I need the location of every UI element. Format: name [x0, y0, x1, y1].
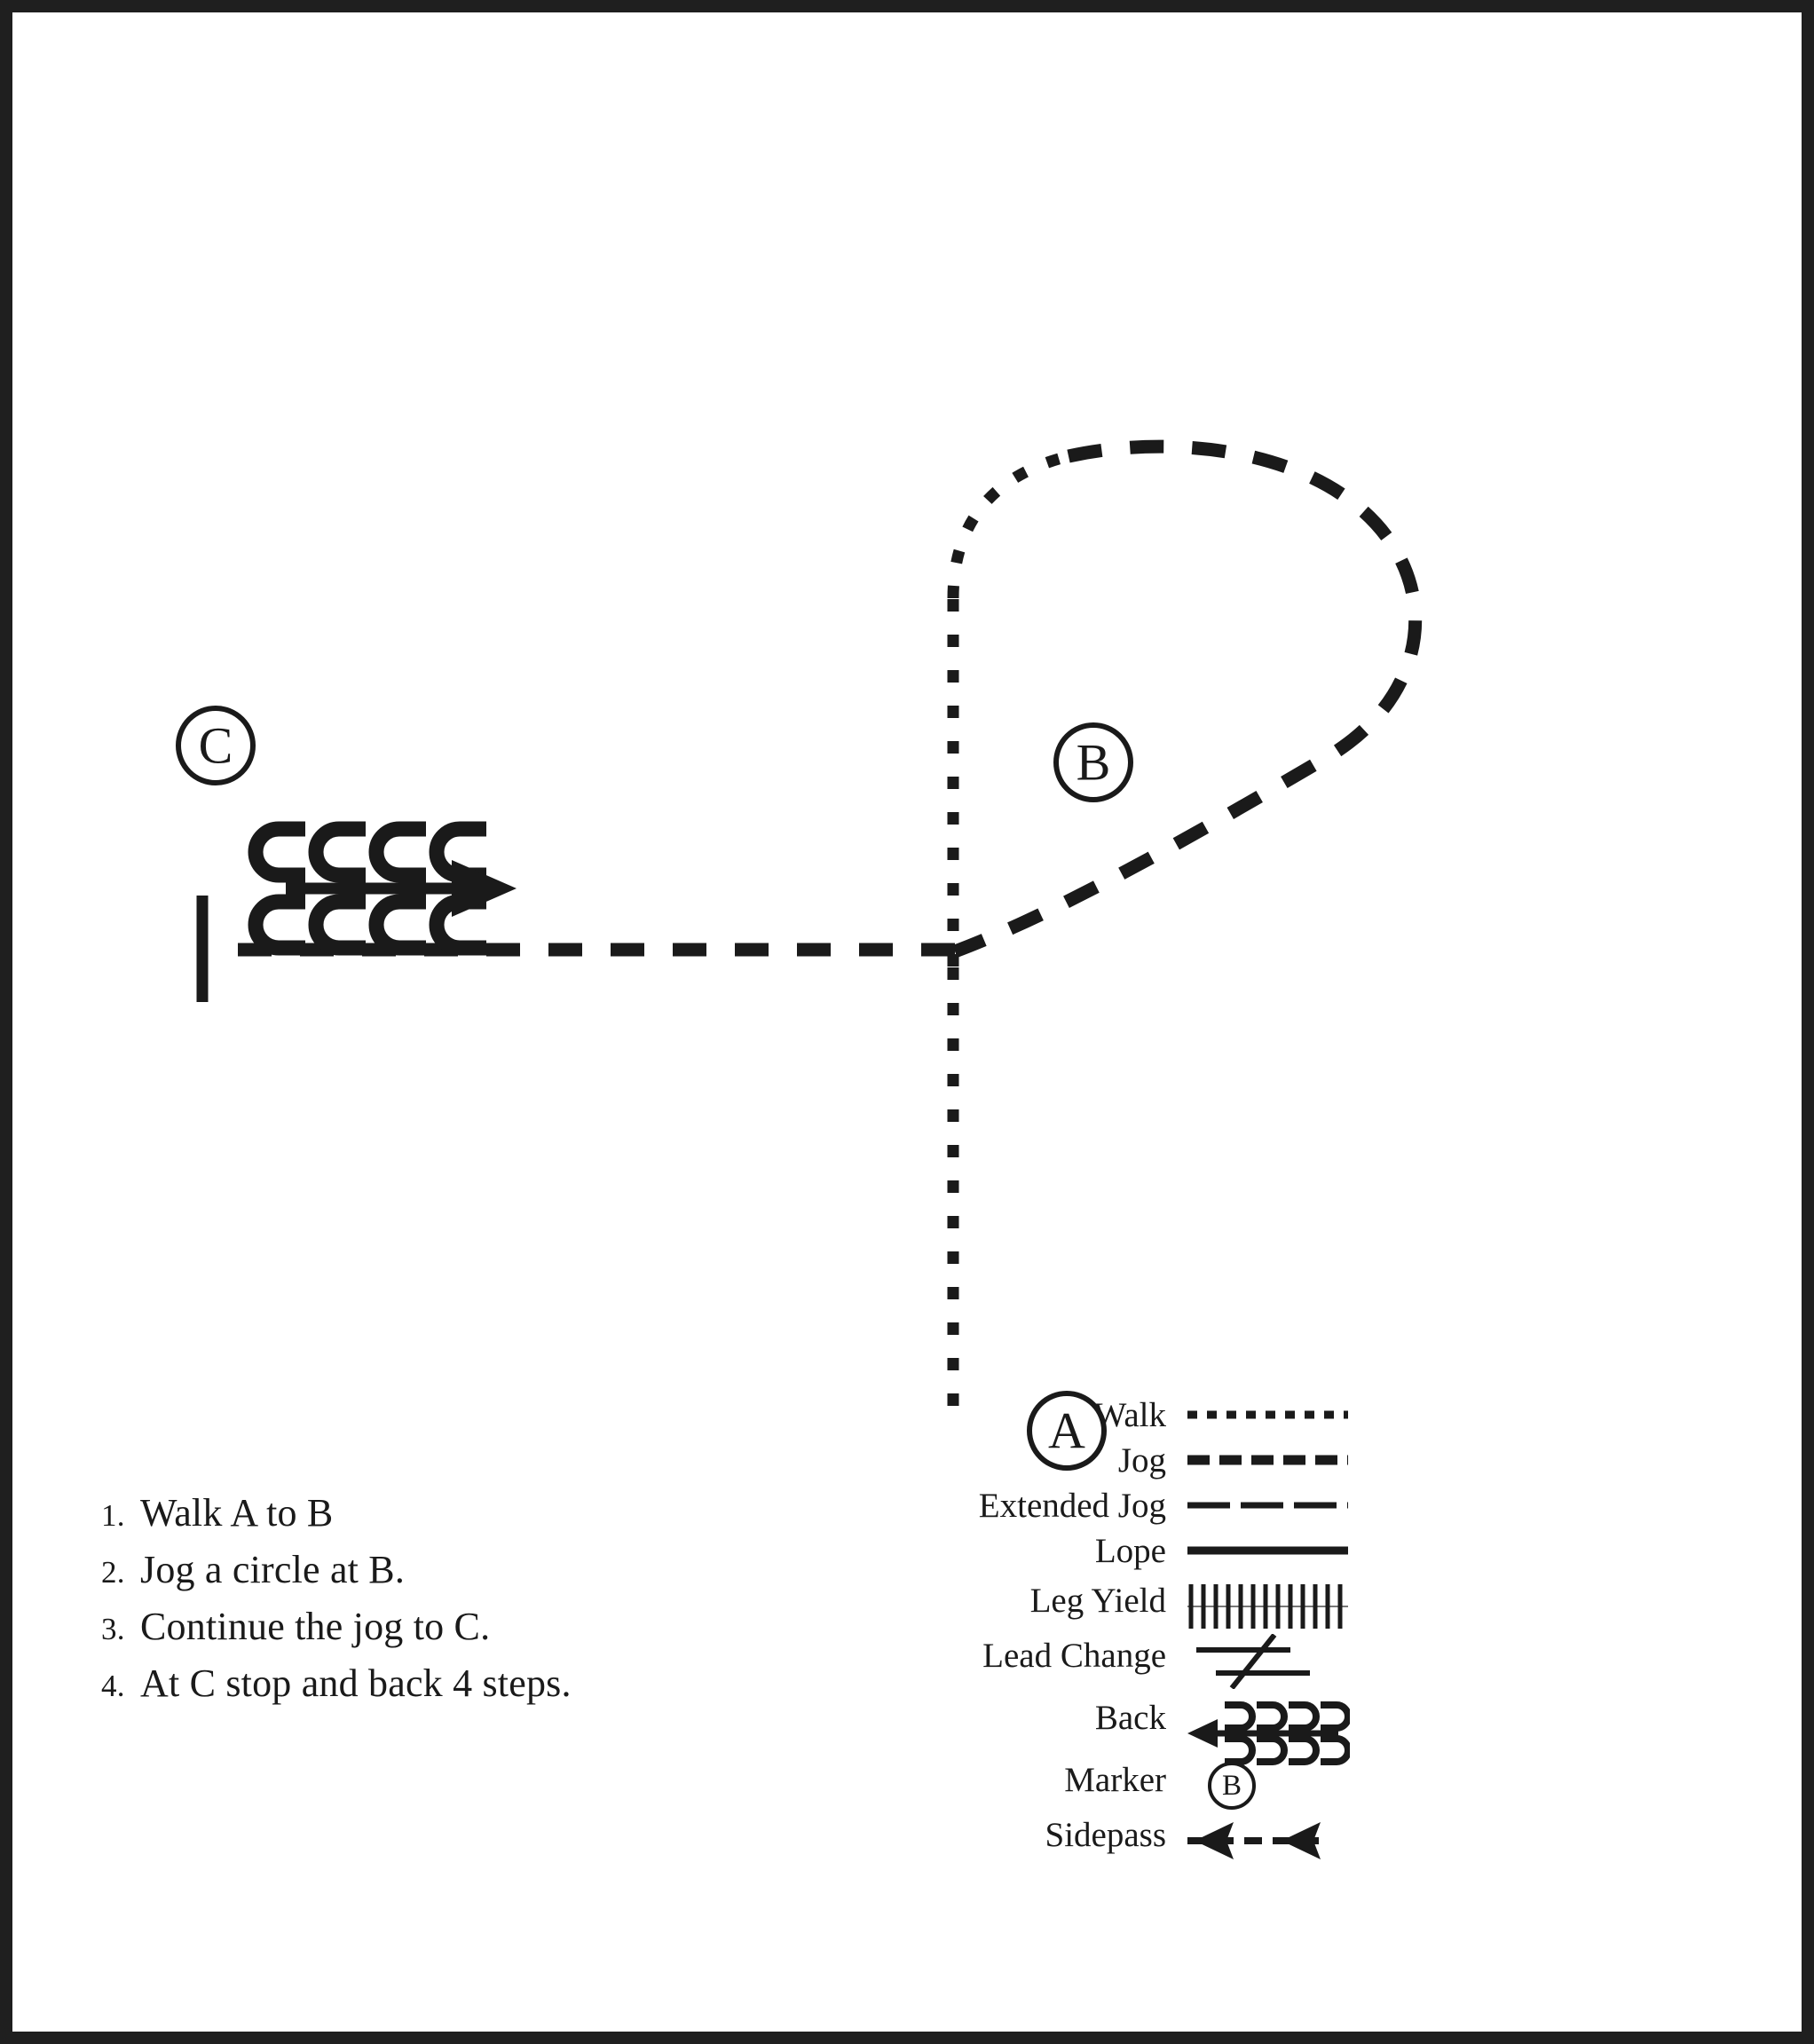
instruction-number: 4. — [101, 1669, 125, 1703]
legend-label-jog: Jog — [1117, 1440, 1166, 1480]
leg-yield-tick-line-icon — [1186, 1579, 1350, 1629]
marker-c-label: C — [199, 717, 233, 775]
marker-b-label: B — [1077, 734, 1111, 792]
legend-row-extended-jog: Extended Jog — [900, 1483, 1752, 1528]
legend-row-lope: Lope — [900, 1528, 1752, 1574]
legend-label-sidepass: Sidepass — [1045, 1816, 1167, 1854]
instructions-list: 1. Walk A to B 2. Jog a circle at B. 3. Con… — [101, 1486, 776, 1713]
legend-label-extended-jog: Extended Jog — [978, 1486, 1166, 1525]
legend-label-lead-change: Lead Change — [982, 1637, 1166, 1675]
diagram-sheet: C B A 1. Walk A to B 2. Jog a circle at B.… — [12, 12, 1802, 2032]
instruction-number: 1. — [101, 1498, 125, 1533]
instruction-item: 2. Jog a circle at B. — [101, 1543, 776, 1599]
walk-dotted-line-icon — [1186, 1393, 1350, 1438]
instruction-text: Jog a circle at B. — [140, 1548, 406, 1591]
marker-legend-letter: B — [1222, 1770, 1242, 1802]
instruction-text: Continue the jog to C. — [140, 1605, 491, 1648]
lead-change-slash-icon — [1186, 1633, 1350, 1689]
legend-row-jog: Jog — [900, 1438, 1752, 1483]
walk-path-a-to-b — [947, 450, 1070, 1406]
jog-dashed-line-icon — [1186, 1438, 1350, 1483]
legend-row-back: Back — [900, 1684, 1752, 1765]
legend-row-lead-change: Lead Change — [900, 1629, 1752, 1689]
instruction-text: At C stop and back 4 steps. — [140, 1661, 572, 1705]
legend-row-marker: Marker B — [900, 1753, 1752, 1810]
instruction-item: 1. Walk A to B — [101, 1486, 776, 1543]
legend-row-leg-yield: Leg Yield — [900, 1574, 1752, 1629]
legend-label-lope: Lope — [1094, 1531, 1166, 1570]
marker-c-group: C — [176, 706, 256, 785]
legend-label-walk: Walk — [1093, 1395, 1166, 1434]
instruction-number: 3. — [101, 1612, 125, 1646]
marker-b-group: B — [1053, 722, 1133, 802]
jog-circle-at-b — [952, 439, 1423, 959]
instruction-number: 2. — [101, 1555, 125, 1590]
instruction-item: 3. Continue the jog to C. — [101, 1599, 776, 1656]
back-arrow-double-c-icon — [1186, 1696, 1350, 1765]
instruction-item: 4. At C stop and back 4 steps. — [101, 1656, 776, 1713]
extended-jog-line-icon — [1186, 1483, 1350, 1528]
legend-label-marker: Marker — [1064, 1761, 1166, 1799]
sidepass-double-arrow-icon — [1186, 1813, 1350, 1859]
marker-circle-icon: B — [1186, 1758, 1350, 1810]
legend: Walk Jog Extended Jog Lope Leg Yield Lea… — [900, 1393, 1752, 1863]
page-root: C B A 1. Walk A to B 2. Jog a circle at B.… — [0, 0, 1814, 2044]
lope-solid-line-icon — [1186, 1528, 1350, 1574]
legend-label-back: Back — [1094, 1699, 1166, 1737]
instruction-text: Walk A to B — [140, 1491, 334, 1535]
legend-row-walk: Walk — [900, 1393, 1752, 1438]
legend-row-sidepass: Sidepass — [900, 1808, 1752, 1863]
legend-label-leg-yield: Leg Yield — [1029, 1582, 1166, 1620]
